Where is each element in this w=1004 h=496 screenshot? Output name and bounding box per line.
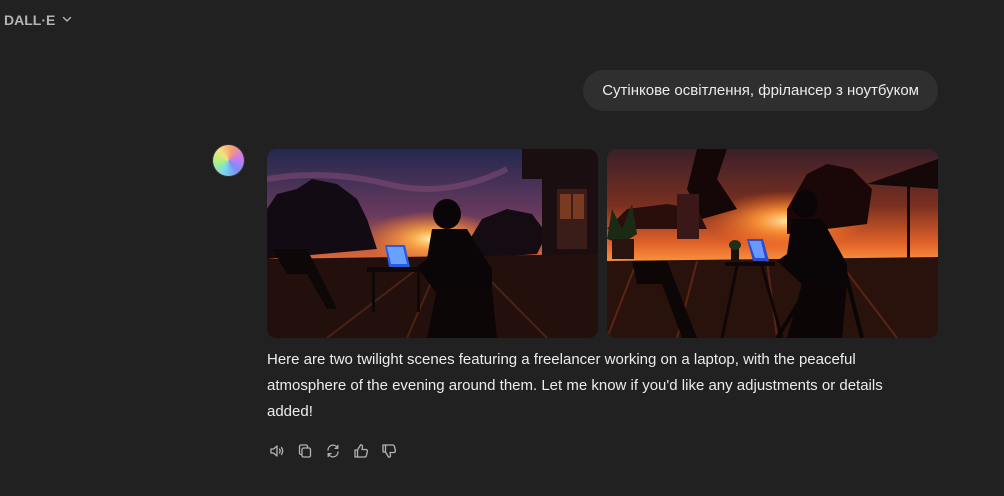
read-aloud-button[interactable] <box>268 444 286 462</box>
thumbs-down-icon <box>381 443 397 464</box>
generated-image-1[interactable] <box>267 149 598 338</box>
copy-button[interactable] <box>296 443 314 464</box>
good-response-button[interactable] <box>352 443 370 464</box>
dalle-avatar-icon <box>213 145 244 176</box>
copy-icon <box>297 443 313 464</box>
assistant-response-text: Here are two twilight scenes featuring a… <box>267 351 883 420</box>
regenerate-button[interactable] <box>324 444 342 462</box>
thumbs-up-icon <box>353 443 369 464</box>
user-message-bubble: Сутінкове освітлення, фрілансер з ноутбу… <box>583 70 938 111</box>
user-message-text: Сутінкове освітлення, фрілансер з ноутбу… <box>602 82 919 99</box>
model-switcher[interactable]: DALL·E <box>4 12 73 28</box>
generated-images <box>267 149 938 338</box>
message-actions <box>268 443 398 464</box>
chat-page: DALL·E Сутінкове освітлення, фрілансер з… <box>0 0 1004 496</box>
model-name: DALL·E <box>4 12 56 28</box>
regenerate-icon <box>325 443 341 464</box>
speaker-icon <box>269 443 285 464</box>
bad-response-button[interactable] <box>380 443 398 464</box>
chevron-down-icon <box>61 12 73 28</box>
generated-image-2[interactable] <box>607 149 938 338</box>
